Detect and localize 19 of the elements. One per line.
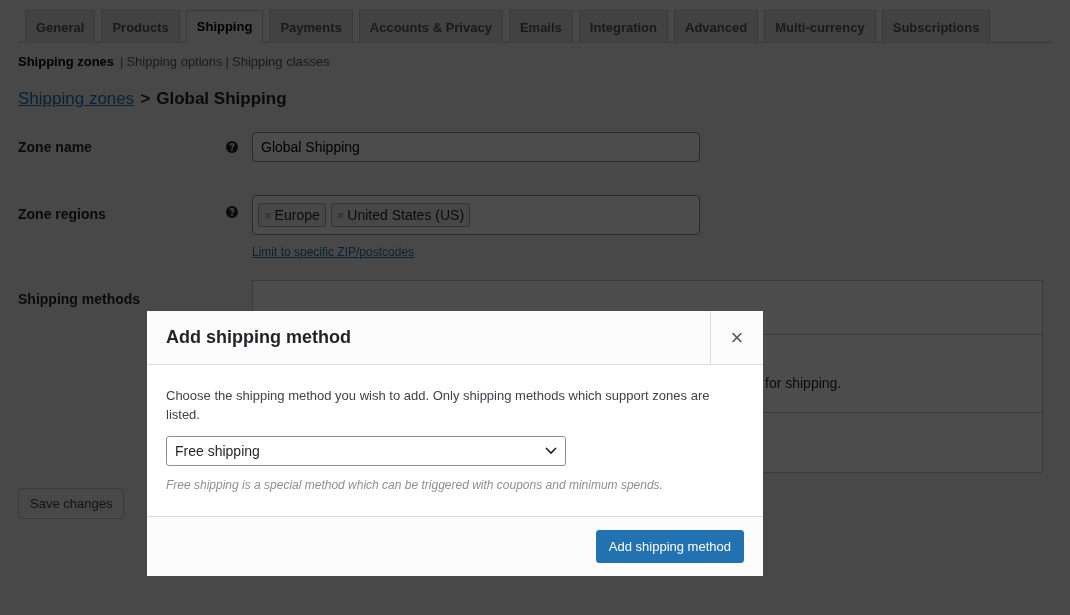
field-label: Shipping methods	[18, 291, 142, 307]
tag-label: United States (US)	[347, 207, 465, 223]
field-label: Zone regions	[18, 206, 107, 222]
tag-label: Europe	[274, 207, 320, 223]
separator: |	[225, 54, 229, 69]
modal-title: Add shipping method	[165, 327, 352, 348]
chevron-down-icon	[545, 447, 557, 455]
breadcrumb-link[interactable]: Shipping zones	[18, 89, 135, 109]
close-button[interactable]: ×	[710, 311, 763, 364]
method-hint: Free shipping is a special method which can be triggered with coupons and minimum spends.	[166, 478, 664, 492]
page-title: Global Shipping	[156, 89, 287, 109]
breadcrumb-separator: >	[140, 89, 151, 109]
separator: |	[120, 54, 124, 69]
add-shipping-method-button[interactable]: Add shipping method	[595, 530, 744, 563]
table-text: for shipping.	[765, 374, 842, 391]
shipping-method-select[interactable]: Free shipping	[166, 436, 566, 466]
modal-description: Choose the shipping method you wish to add. Only shipping methods which support zones are listed.	[166, 387, 711, 424]
field-label: Zone name	[18, 139, 93, 155]
subnav-link[interactable]: Shipping zones	[18, 54, 115, 69]
